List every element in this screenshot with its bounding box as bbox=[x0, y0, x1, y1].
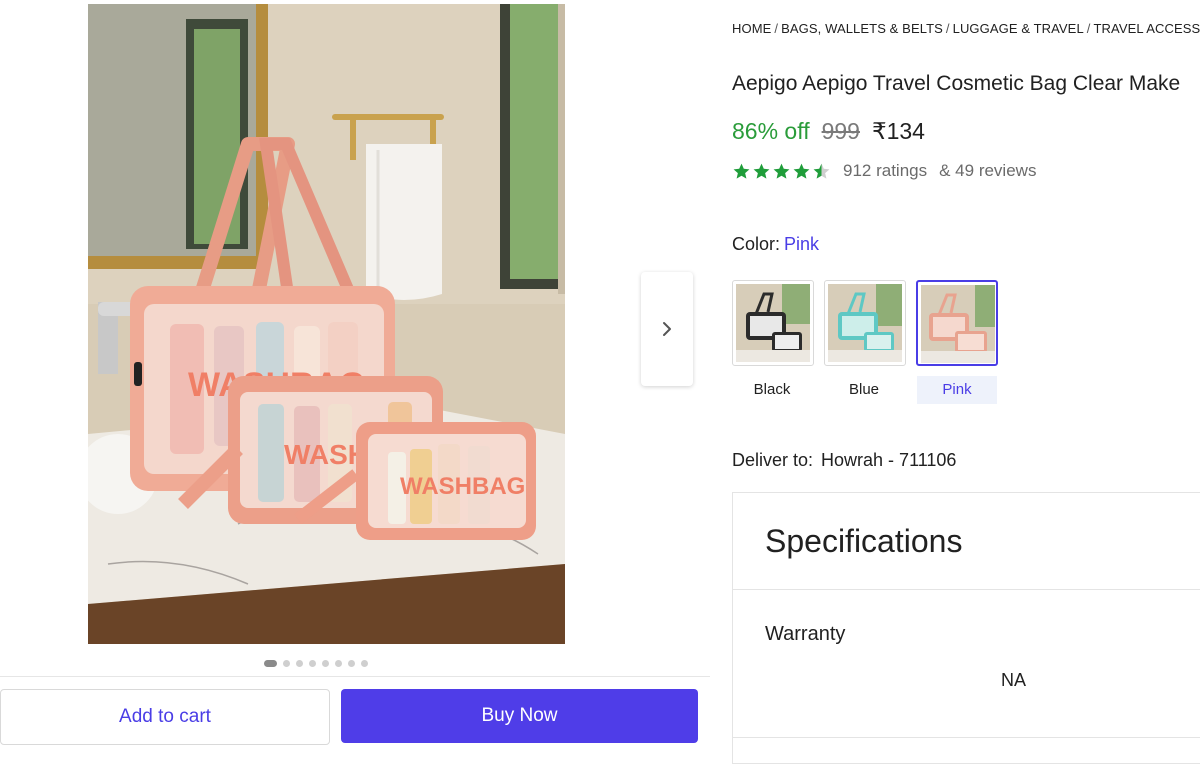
color-label-text: Color: bbox=[732, 234, 780, 254]
price-row: 86% off 999 ₹134 bbox=[732, 118, 925, 145]
star-icon bbox=[792, 162, 811, 181]
action-bar: Add to cart Buy Now bbox=[0, 676, 710, 752]
star-icon bbox=[812, 162, 831, 181]
product-image[interactable]: WASHBAG WASH WASHBAG bbox=[88, 4, 565, 644]
svg-text:WASHBAG: WASHBAG bbox=[400, 473, 525, 500]
carousel-dot[interactable] bbox=[322, 660, 329, 667]
add-to-cart-button[interactable]: Add to cart bbox=[0, 689, 330, 745]
bag-thumbnail bbox=[921, 285, 995, 363]
original-price: 999 bbox=[822, 118, 860, 145]
carousel-dots bbox=[264, 660, 368, 667]
chevron-right-icon bbox=[660, 320, 674, 338]
color-option-pink[interactable]: Pink bbox=[917, 376, 997, 404]
specifications-title: Specifications bbox=[765, 523, 962, 560]
star-rating bbox=[732, 162, 831, 181]
divider bbox=[733, 737, 1200, 738]
carousel-dot[interactable] bbox=[264, 660, 277, 667]
carousel-dot[interactable] bbox=[296, 660, 303, 667]
breadcrumb-separator: / bbox=[774, 21, 778, 36]
breadcrumb-luggage[interactable]: LUGGAGE & TRAVEL bbox=[953, 21, 1084, 36]
color-option-black[interactable]: Black bbox=[732, 376, 812, 404]
carousel-dot[interactable] bbox=[309, 660, 316, 667]
breadcrumb: HOME/BAGS, WALLETS & BELTS/LUGGAGE & TRA… bbox=[732, 21, 1200, 36]
color-label: Color:Pink bbox=[732, 234, 819, 255]
svg-text:WASH: WASH bbox=[284, 439, 368, 470]
star-icon bbox=[772, 162, 791, 181]
specifications-panel: Specifications Warranty NA bbox=[732, 492, 1200, 764]
carousel-dot[interactable] bbox=[335, 660, 342, 667]
delivery-label: Deliver to: bbox=[732, 450, 813, 470]
star-icon bbox=[732, 162, 751, 181]
breadcrumb-separator: / bbox=[1087, 21, 1091, 36]
selling-price: ₹134 bbox=[872, 118, 925, 145]
breadcrumb-separator: / bbox=[946, 21, 950, 36]
next-image-button[interactable] bbox=[641, 272, 693, 386]
rating-row: 912 ratings & 49 reviews bbox=[732, 161, 1036, 181]
breadcrumb-travel-access[interactable]: TRAVEL ACCESS bbox=[1094, 21, 1200, 36]
color-swatch-black[interactable] bbox=[732, 280, 814, 366]
divider bbox=[733, 589, 1200, 590]
color-swatch-pink[interactable] bbox=[916, 280, 998, 366]
color-option-blue[interactable]: Blue bbox=[824, 376, 904, 404]
bag-thumbnail bbox=[828, 284, 902, 362]
delivery-info[interactable]: Deliver to: Howrah - 711106 bbox=[732, 450, 956, 471]
ratings-count[interactable]: 912 ratings bbox=[843, 161, 927, 181]
selected-color: Pink bbox=[784, 234, 819, 254]
delivery-location[interactable]: Howrah - 711106 bbox=[821, 450, 956, 470]
breadcrumb-home[interactable]: HOME bbox=[732, 21, 771, 36]
spec-value-warranty: NA bbox=[1001, 670, 1026, 691]
carousel-dot[interactable] bbox=[361, 660, 368, 667]
discount-label: 86% off bbox=[732, 118, 810, 145]
bag-thumbnail bbox=[736, 284, 810, 362]
reviews-count[interactable]: & 49 reviews bbox=[939, 161, 1036, 181]
spec-key-warranty: Warranty bbox=[765, 623, 845, 646]
breadcrumb-bags[interactable]: BAGS, WALLETS & BELTS bbox=[781, 21, 943, 36]
carousel-dot[interactable] bbox=[283, 660, 290, 667]
color-swatch-blue[interactable] bbox=[824, 280, 906, 366]
carousel-dot[interactable] bbox=[348, 660, 355, 667]
buy-now-button[interactable]: Buy Now bbox=[341, 689, 698, 743]
product-title: Aepigo Aepigo Travel Cosmetic Bag Clear … bbox=[732, 72, 1180, 96]
star-icon bbox=[752, 162, 771, 181]
